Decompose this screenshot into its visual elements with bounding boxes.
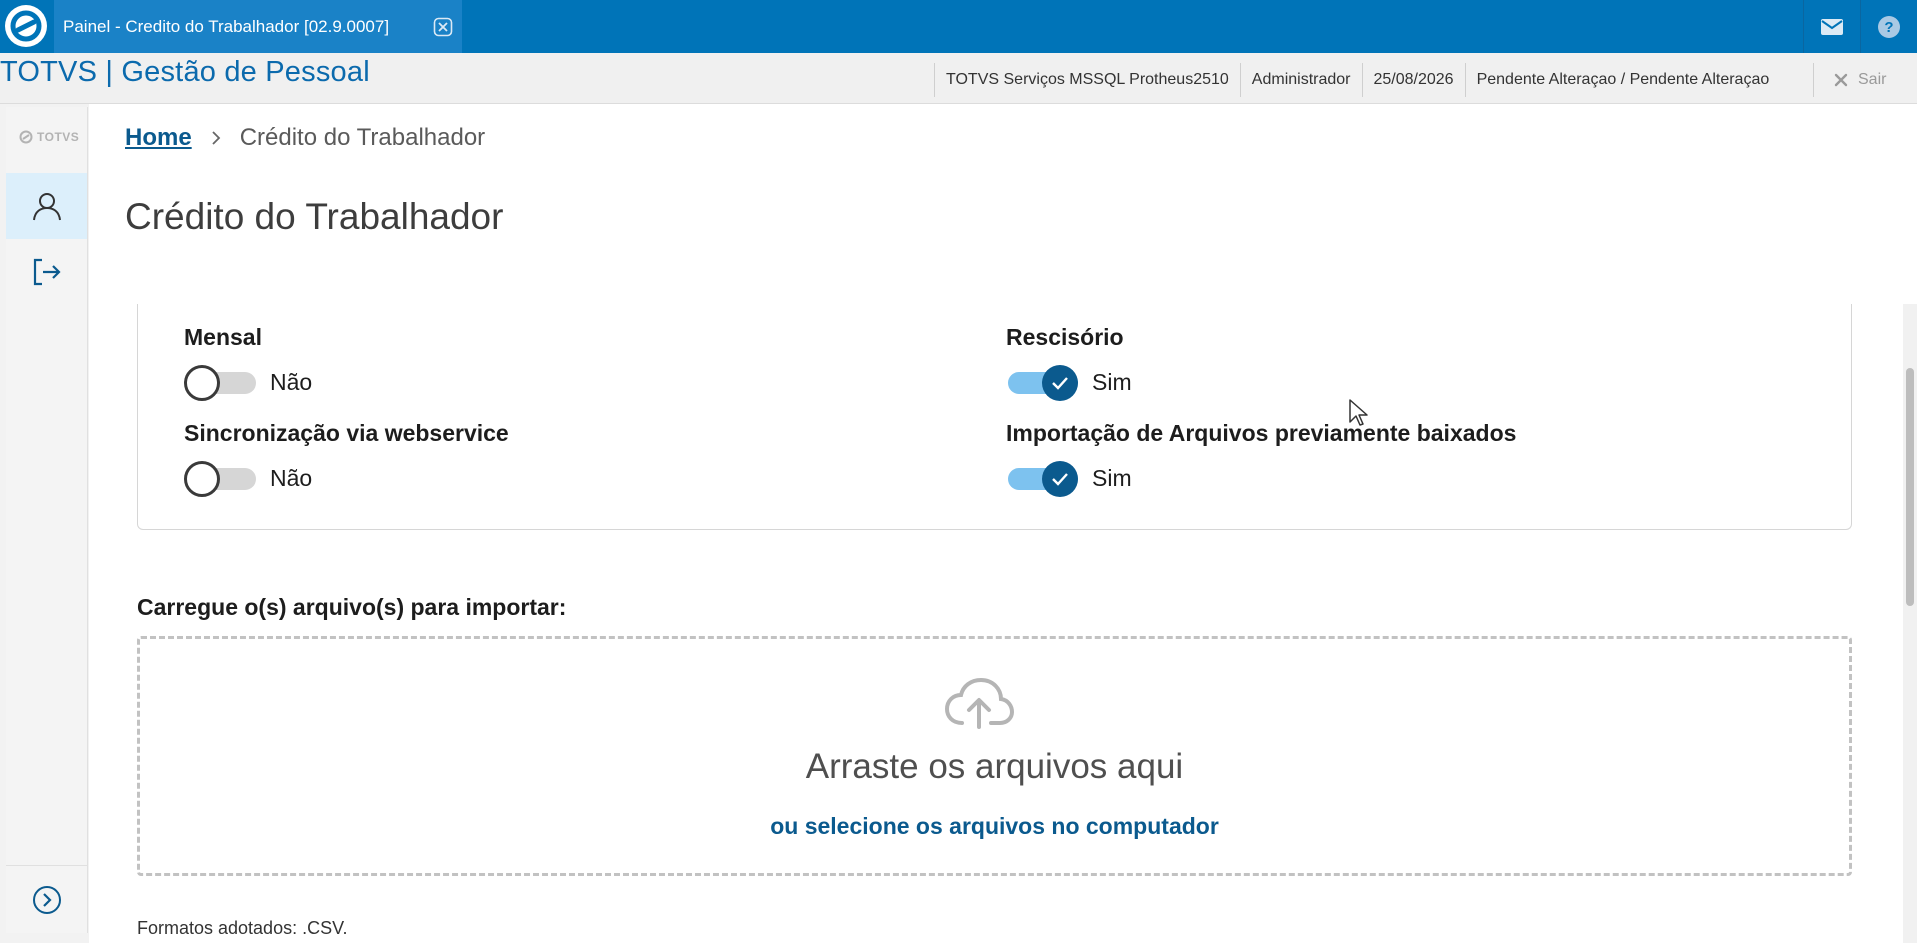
vertical-scrollbar[interactable] (1903, 304, 1917, 943)
toggle-state: Não (270, 368, 313, 395)
page-title: Crédito do Trabalhador (125, 196, 504, 237)
app-header: TOTVS | Gestão de Pessoal TOTVS Serviços… (0, 53, 1917, 104)
chevron-right-icon (212, 131, 220, 145)
check-icon (1052, 473, 1068, 486)
sidebar-logo: TOTVS (19, 130, 79, 144)
toggle-state: Sim (1092, 368, 1132, 395)
option-label: Importação de Arquivos previamente baixa… (1006, 420, 1517, 446)
toggle-state: Sim (1092, 464, 1132, 491)
scroll-area: Mensal Não Rescisório Sim Sincronização … (89, 304, 1903, 943)
option-importacao: Importação de Arquivos previamente baixa… (1006, 420, 1517, 497)
scrollbar-thumb[interactable] (1906, 368, 1914, 606)
toggle-knob (1042, 461, 1078, 497)
totvs-logo-icon[interactable] (5, 5, 47, 47)
app-title: TOTVS | Gestão de Pessoal (0, 56, 370, 88)
main-content: Home Crédito do Trabalhador Crédito do T… (89, 104, 1917, 943)
sidebar-item-user[interactable] (6, 173, 87, 239)
toggle-state: Não (270, 464, 313, 491)
option-label: Rescisório (1006, 324, 1124, 350)
close-icon (1834, 73, 1848, 87)
webservice-toggle[interactable] (184, 461, 256, 497)
mail-icon (1820, 18, 1843, 35)
breadcrumb: Home Crédito do Trabalhador (125, 124, 485, 152)
sidebar: TOTVS (6, 107, 88, 933)
environment-info: TOTVS Serviços MSSQL Protheus2510 (934, 63, 1240, 97)
session-info: TOTVS Serviços MSSQL Protheus2510 Admini… (934, 63, 1780, 97)
date-info: 25/08/2026 (1361, 63, 1465, 97)
sidebar-item-logout[interactable] (6, 239, 87, 305)
svg-text:?: ? (1884, 19, 1893, 36)
rescisorio-toggle[interactable] (1006, 365, 1078, 401)
sidebar-logo-text: TOTVS (37, 130, 80, 144)
toggle-knob (184, 365, 220, 401)
dropzone-title: Arraste os arquivos aqui (805, 747, 1184, 786)
option-webservice: Sincronização via webservice Não (184, 420, 509, 497)
status-info: Pendente Alteraçao / Pendente Alteraçao (1464, 63, 1781, 97)
tab-title: Painel - Credito do Trabalhador [02.9.00… (63, 16, 390, 36)
option-label: Sincronização via webservice (184, 420, 509, 446)
breadcrumb-home-link[interactable]: Home (125, 124, 192, 152)
cloud-upload-icon (944, 677, 1015, 736)
toggle-knob (184, 461, 220, 497)
close-tab-icon[interactable] (433, 17, 453, 37)
logout-icon (33, 258, 61, 286)
totvs-small-logo-icon (19, 130, 33, 144)
options-card: Mensal Não Rescisório Sim Sincronização … (137, 304, 1852, 530)
select-files-link[interactable]: ou selecione os arquivos no computador (140, 813, 1849, 840)
upload-label: Carregue o(s) arquivo(s) para importar: (137, 594, 567, 620)
user-icon (32, 193, 61, 221)
check-icon (1052, 377, 1068, 390)
option-rescisorio: Rescisório Sim (1006, 324, 1132, 401)
mensal-toggle[interactable] (184, 365, 256, 401)
help-icon: ? (1877, 15, 1900, 38)
logout-label: Sair (1858, 71, 1887, 88)
mouse-cursor-icon (1349, 399, 1368, 426)
importacao-toggle[interactable] (1006, 461, 1078, 497)
top-tab-bar: Painel - Credito do Trabalhador [02.9.00… (0, 0, 1917, 53)
mail-button[interactable] (1803, 0, 1859, 53)
toggle-knob (1042, 365, 1078, 401)
logout-button[interactable]: Sair (1813, 63, 1886, 97)
user-info: Administrador (1239, 63, 1362, 97)
file-dropzone[interactable]: Arraste os arquivos aqui ou selecione os… (137, 636, 1852, 876)
breadcrumb-current: Crédito do Trabalhador (239, 124, 486, 151)
option-mensal: Mensal Não (184, 324, 313, 401)
chevron-right-circle-icon (32, 885, 61, 914)
accepted-formats: Formatos adotados: .CSV. (137, 918, 348, 938)
help-button[interactable]: ? (1860, 0, 1916, 53)
tab-painel-credito[interactable]: Painel - Credito do Trabalhador [02.9.00… (54, 0, 462, 53)
option-label: Mensal (184, 324, 262, 350)
sidebar-expand-button[interactable] (6, 865, 87, 933)
